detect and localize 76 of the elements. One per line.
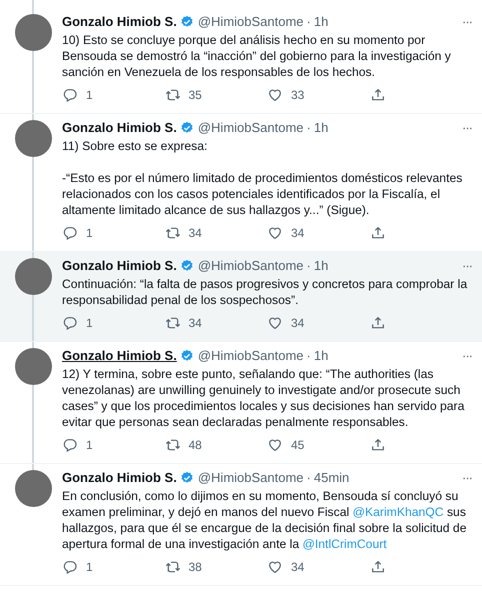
avatar[interactable] <box>14 348 52 385</box>
tweet-card[interactable] <box>0 464 482 586</box>
retweet-count: 38 <box>188 560 202 574</box>
tweet-text: En conclusión, como lo dijimos en su momento, Bensouda sí concluyó su examen preliminar, y dejó en manos del nuevo Fiscal @KarimKhanQC sus hallazgos, para que él se encargue de la decisión final sobre la solicitud de apertura formal de una investigación ante la @IntlCrimCourt <box>62 488 468 552</box>
share-icon[interactable] <box>370 315 386 331</box>
separator-dot: · <box>306 120 311 136</box>
share-icon[interactable] <box>370 225 386 241</box>
tweet-time[interactable]: 1h <box>314 348 328 364</box>
tweet-time[interactable]: 1h <box>314 258 328 274</box>
tweet-card[interactable] <box>0 0 482 114</box>
heart-icon[interactable] <box>267 87 283 103</box>
tweet-text: -“Esto es por el número limitado de procedimientos domésticos relevantes relacionados con los casos potenciales identificados por la Fiscalía, el altamente limitado alcance de sus hallazgos y...” (Sigue). <box>62 170 464 218</box>
avatar[interactable] <box>14 470 52 507</box>
more-menu-icon[interactable]: ··· <box>462 348 472 364</box>
tweet-text: Continuación: “la falta de pasos progresivos y concretos para comprobar la responsabilidad penal de los sospechosos”. <box>62 276 468 308</box>
share-icon[interactable] <box>370 559 386 575</box>
retweet-icon[interactable] <box>164 559 180 575</box>
separator-dot: · <box>306 470 311 486</box>
tweet-card[interactable]: Gonzalo Himiob S. @HimiobSantome · 1h ··· Continuación: “la falta de pasos progresivos y concretos para comprobar la responsabilidad penal de los sospechosos”. 1 34 34 <box>0 252 482 342</box>
separator-dot: · <box>306 258 311 274</box>
tweet-time[interactable]: 1h <box>314 120 328 136</box>
author-name[interactable]: Gonzalo Himiob S. <box>62 258 177 274</box>
avatar[interactable] <box>14 14 52 51</box>
author-name[interactable]: Gonzalo Himiob S. <box>62 470 177 486</box>
like-count: 34 <box>291 316 304 330</box>
separator-dot: · <box>306 14 311 30</box>
reply-count: 1 <box>86 226 93 240</box>
retweet-count: 34 <box>188 316 202 330</box>
like-count: 33 <box>291 88 304 102</box>
retweet-icon[interactable] <box>164 437 180 453</box>
tweet-card[interactable] <box>0 114 482 252</box>
retweet-icon[interactable] <box>164 225 180 241</box>
heart-icon[interactable] <box>267 437 283 453</box>
reply-count: 1 <box>86 88 93 102</box>
avatar[interactable] <box>14 258 52 295</box>
reply-icon[interactable] <box>62 87 78 103</box>
like-count: 34 <box>291 226 304 240</box>
author-handle[interactable]: @HimiobSantome <box>198 120 304 136</box>
tweet-text: 11) Sobre esto se expresa: <box>62 138 208 154</box>
separator-dot: · <box>306 348 311 364</box>
reply-icon[interactable] <box>62 225 78 241</box>
more-menu-icon[interactable]: ··· <box>462 120 472 136</box>
heart-icon[interactable] <box>267 315 283 331</box>
author-name[interactable]: Gonzalo Himiob S. <box>62 14 177 30</box>
author-handle[interactable]: @HimiobSantome <box>198 348 304 364</box>
heart-icon[interactable] <box>267 225 283 241</box>
retweet-count: 35 <box>188 88 202 102</box>
retweet-icon[interactable] <box>164 315 180 331</box>
reply-count: 1 <box>86 316 93 330</box>
tweet-time[interactable]: 45min <box>314 470 350 486</box>
author-name[interactable]: Gonzalo Himiob S. <box>62 120 177 136</box>
reply-count: 1 <box>86 560 93 574</box>
more-menu-icon[interactable]: ··· <box>462 14 472 30</box>
reply-icon[interactable] <box>62 559 78 575</box>
author-name[interactable]: Gonzalo Himiob S. <box>62 348 177 364</box>
avatar[interactable] <box>14 120 52 157</box>
like-count: 45 <box>291 438 304 452</box>
more-menu-icon[interactable]: ··· <box>462 258 472 274</box>
retweet-count: 34 <box>188 226 202 240</box>
reply-icon[interactable] <box>62 437 78 453</box>
author-handle[interactable]: @HimiobSantome <box>198 258 304 274</box>
share-icon[interactable] <box>370 87 386 103</box>
author-handle[interactable]: @HimiobSantome <box>198 470 304 486</box>
tweet-text: 12) Y termina, sobre este punto, señalando que: “The authorities (las venezolanas) are unwilling genuinely to investigate and/or prosecute such cases” y que los procedimientos locales y sus decisiones han servido para evitar que personas sean declaradas penalmente responsables. <box>62 366 466 430</box>
reply-count: 1 <box>86 438 93 452</box>
tweet-text: 10) Esto se concluye porque del análisis hecho en su momento por Bensouda se demostró la “inacción” del gobierno para la investigación y sanción en Venezuela de los responsables de los hechos. <box>62 32 452 80</box>
like-count: 34 <box>291 560 304 574</box>
heart-icon[interactable] <box>267 559 283 575</box>
more-menu-icon[interactable]: ··· <box>462 470 472 486</box>
tweet-time[interactable]: 1h <box>314 14 328 30</box>
retweet-count: 48 <box>188 438 202 452</box>
retweet-icon[interactable] <box>164 87 180 103</box>
author-handle[interactable]: @HimiobSantome <box>198 14 304 30</box>
tweet-card[interactable] <box>0 342 482 464</box>
reply-icon[interactable] <box>62 315 78 331</box>
share-icon[interactable] <box>370 437 386 453</box>
